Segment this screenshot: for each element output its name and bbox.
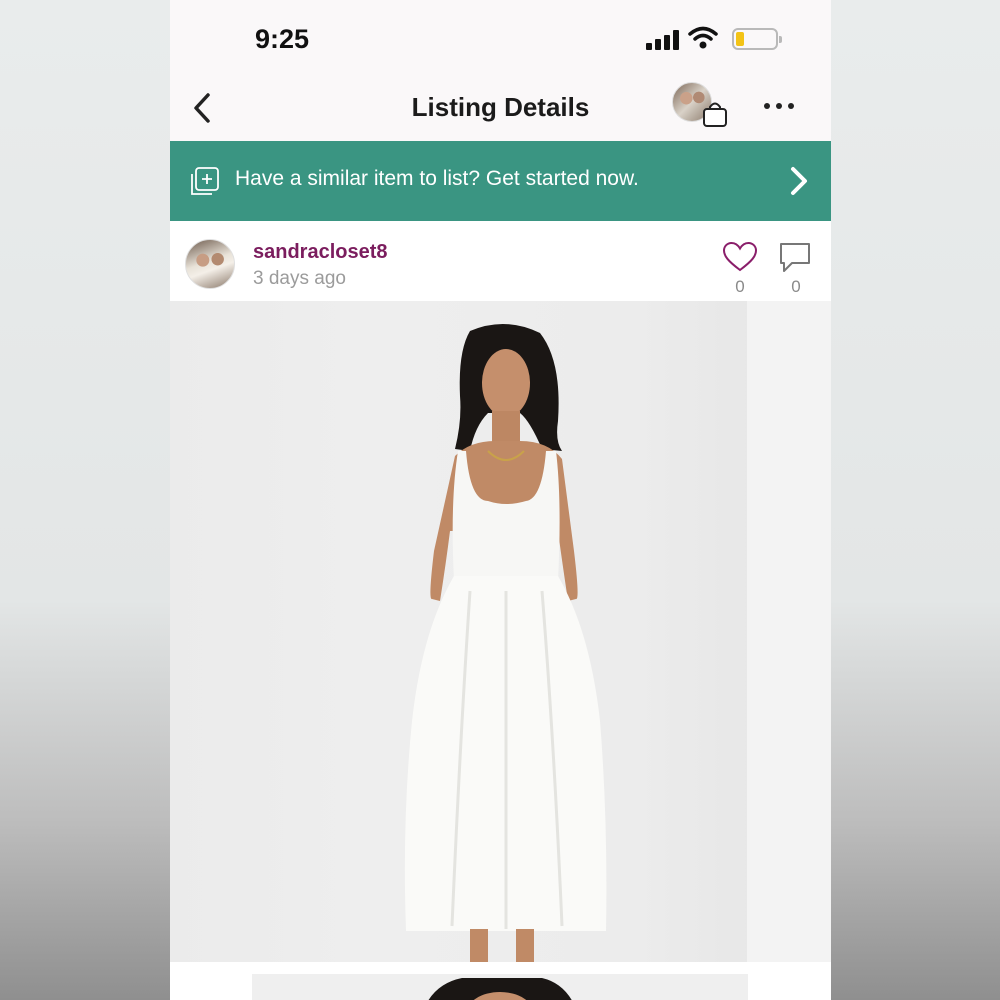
seller-avatar[interactable] xyxy=(185,239,235,289)
heart-icon xyxy=(722,241,758,272)
shopping-bag-icon xyxy=(703,102,727,127)
list-similar-banner[interactable]: Have a similar item to list? Get started… xyxy=(170,141,831,221)
product-photo[interactable] xyxy=(170,301,831,962)
comment-icon xyxy=(780,243,810,272)
cart-button[interactable] xyxy=(672,82,730,130)
wifi-icon xyxy=(688,26,718,49)
seller-row: sandracloset8 3 days ago 0 0 xyxy=(170,221,831,301)
seller-username[interactable]: sandracloset8 xyxy=(253,241,388,264)
battery-icon xyxy=(732,28,782,50)
like-button[interactable]: 0 xyxy=(722,241,758,297)
comment-button[interactable]: 0 xyxy=(778,241,814,297)
ellipsis-icon[interactable] xyxy=(762,98,796,114)
page-title: Listing Details xyxy=(411,92,590,122)
cellular-signal-icon xyxy=(646,30,680,50)
model-white-dress-image xyxy=(404,323,607,962)
comment-count: 0 xyxy=(791,277,801,296)
phone-screen: 9:25 Listing Details Have a similar item… xyxy=(170,0,831,1000)
nav-bar: Listing Details xyxy=(170,80,831,141)
chevron-right-icon xyxy=(791,167,807,195)
backdrop-right xyxy=(831,0,1000,1000)
model-hair-image xyxy=(428,978,572,1000)
status-bar: 9:25 xyxy=(170,0,831,80)
like-count: 0 xyxy=(735,277,745,296)
status-time: 9:25 xyxy=(255,24,310,54)
posted-time: 3 days ago xyxy=(253,268,346,289)
promo-text: Have a similar item to list? Get started… xyxy=(235,167,639,190)
product-photo-2[interactable] xyxy=(170,962,831,1000)
add-listing-icon xyxy=(191,167,219,195)
backdrop-left xyxy=(0,0,170,1000)
